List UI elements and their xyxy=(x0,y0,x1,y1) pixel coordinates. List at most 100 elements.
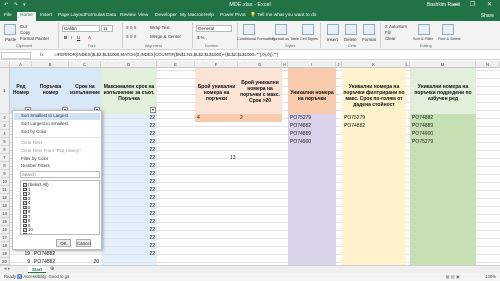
font-color-icon[interactable]: A xyxy=(88,35,91,40)
fx-icon[interactable]: fx xyxy=(40,52,44,57)
tab-file[interactable]: File xyxy=(4,13,12,18)
cell-m[interactable]: PO74882 xyxy=(412,114,433,122)
zoom-level[interactable]: 100% xyxy=(485,274,496,279)
row-header[interactable]: 17 xyxy=(0,234,10,242)
cell-d[interactable]: 22 xyxy=(101,130,155,138)
conditional-formatting-button[interactable]: Conditional Formatting xyxy=(237,37,275,41)
select-all-corner[interactable] xyxy=(0,61,10,68)
cell-styles-button[interactable]: Cell Styles xyxy=(300,37,318,41)
filter-search-input[interactable]: Search xyxy=(20,171,100,178)
align-top-icon[interactable]: ≡ ≡ ≡ xyxy=(126,25,136,30)
format-as-table-icon[interactable] xyxy=(275,24,287,35)
tab-home[interactable]: Home xyxy=(17,12,36,21)
column-header[interactable]: E xyxy=(157,61,195,68)
checkbox-icon[interactable]: ✓ xyxy=(23,232,27,234)
row-header[interactable]: 15 xyxy=(0,218,10,226)
window-controls[interactable]: — ❐ ✕ xyxy=(452,1,497,8)
tab-review[interactable]: Review xyxy=(120,13,136,18)
cell-d[interactable]: 22 xyxy=(101,194,155,202)
underline-button[interactable]: U xyxy=(77,35,80,40)
row-header[interactable]: 1 xyxy=(0,68,10,114)
cell-m[interactable]: PO74900 xyxy=(412,130,433,138)
sort-by-color-item[interactable]: Sort by Color xyxy=(21,129,47,134)
column-header[interactable]: D xyxy=(101,61,157,68)
tab-formulas[interactable]: Formulas xyxy=(85,13,105,18)
cell-m[interactable]: PO74889 xyxy=(412,122,433,130)
format-button[interactable]: Format xyxy=(362,37,376,42)
share-button[interactable]: Share xyxy=(481,13,494,19)
cell-k[interactable]: PO74882 xyxy=(344,122,365,130)
cell-b[interactable]: PO74882 xyxy=(34,250,55,258)
row-header[interactable]: 10 xyxy=(0,178,10,186)
row-header[interactable]: 19 xyxy=(0,250,10,258)
sort-filter-button[interactable]: Sort & Filter xyxy=(413,37,433,41)
row-header[interactable]: 9 xyxy=(0,170,10,178)
cell-d[interactable]: 22 xyxy=(101,162,155,170)
cell-d[interactable]: 22 xyxy=(101,202,155,210)
cell-d[interactable]: 22 xyxy=(101,186,155,194)
format-as-table-button[interactable]: Format as Table xyxy=(272,37,299,41)
bold-button[interactable]: B xyxy=(64,35,67,40)
column-header[interactable]: C xyxy=(69,61,101,68)
font-name-select[interactable]: Calibri xyxy=(62,25,100,32)
cell-i[interactable]: PO74900 xyxy=(290,138,311,146)
fill-button[interactable]: Fill xyxy=(385,30,391,35)
cell-d[interactable]: 22 xyxy=(101,178,155,186)
number-filters-item[interactable]: Number Filters xyxy=(21,163,50,168)
cell-d[interactable]: 22 xyxy=(101,122,155,130)
copy-button[interactable]: Copy xyxy=(20,30,30,35)
paste-button[interactable]: Paste xyxy=(5,37,16,42)
row-header[interactable]: 20 xyxy=(0,258,10,265)
column-header[interactable]: I xyxy=(288,61,336,68)
tab-power-pivot[interactable]: Power Pivot xyxy=(220,13,246,18)
row-header[interactable]: 5 xyxy=(0,138,10,146)
tab-view[interactable]: View xyxy=(138,13,148,18)
name-box[interactable] xyxy=(1,52,31,59)
cell-d[interactable]: 22 xyxy=(101,114,155,122)
tab-page-layout[interactable]: Page Layout xyxy=(58,13,85,18)
cut-button[interactable]: Cut xyxy=(20,24,27,29)
cell-styles-icon[interactable] xyxy=(302,24,314,35)
cell-d[interactable]: 22 xyxy=(101,146,155,154)
paste-icon[interactable] xyxy=(4,24,16,35)
cell-d[interactable]: 22 xyxy=(101,242,155,250)
cell-d[interactable]: 22 xyxy=(101,250,155,258)
cell-g2[interactable]: 2 xyxy=(240,114,243,122)
cell-d[interactable]: 22 xyxy=(101,234,155,242)
format-painter-button[interactable]: Format Painter xyxy=(20,36,49,41)
row-header[interactable]: 12 xyxy=(0,194,10,202)
column-header[interactable]: N xyxy=(476,61,500,68)
tab-developer[interactable]: Developer xyxy=(155,13,177,18)
cell-d[interactable]: 22 xyxy=(101,226,155,234)
tell-me-box[interactable]: 💡 Tell me what you want to do xyxy=(250,13,316,18)
cell-d[interactable]: 22 xyxy=(101,170,155,178)
tab-my-macros[interactable]: My Macros xyxy=(180,13,203,18)
sheet-nav-arrows-icon[interactable]: ◂ ▸ xyxy=(4,266,10,272)
column-header[interactable]: A xyxy=(10,61,32,68)
ok-button[interactable]: OK xyxy=(56,239,71,247)
sort-ascending-item[interactable]: Sort Smallest to Largest xyxy=(14,113,100,120)
clear-button[interactable]: Clear xyxy=(385,36,396,41)
column-header[interactable]: F xyxy=(195,61,238,68)
wrap-text-button[interactable]: Wrap Text xyxy=(150,25,170,30)
delete-cells-icon[interactable] xyxy=(345,24,357,35)
cell-i[interactable]: PO74882 xyxy=(290,122,311,130)
row-header[interactable]: 6 xyxy=(0,146,10,154)
find-select-icon[interactable] xyxy=(442,24,454,35)
number-format-select[interactable]: General xyxy=(196,25,232,32)
autosum-button[interactable]: Σ AutoSum xyxy=(385,24,407,29)
row-header[interactable]: 2 xyxy=(0,114,10,122)
column-header[interactable]: B xyxy=(32,61,69,68)
view-buttons-icon[interactable]: ▦ ▤ ▣ xyxy=(446,274,460,279)
column-header[interactable]: M xyxy=(410,61,476,68)
insert-button[interactable]: Insert xyxy=(327,37,338,42)
row-header[interactable]: 11 xyxy=(0,186,10,194)
cell-d[interactable]: 22 xyxy=(101,154,155,162)
row-header[interactable]: 13 xyxy=(0,202,10,210)
clear-filter-item[interactable]: Clear Filter xyxy=(21,140,42,145)
cell-i[interactable]: PO75279 xyxy=(290,114,311,122)
row-header[interactable]: 18 xyxy=(0,242,10,250)
cell-d[interactable]: 22 xyxy=(101,138,155,146)
sort-filter-icon[interactable] xyxy=(418,24,430,35)
column-header[interactable]: G xyxy=(238,61,282,68)
